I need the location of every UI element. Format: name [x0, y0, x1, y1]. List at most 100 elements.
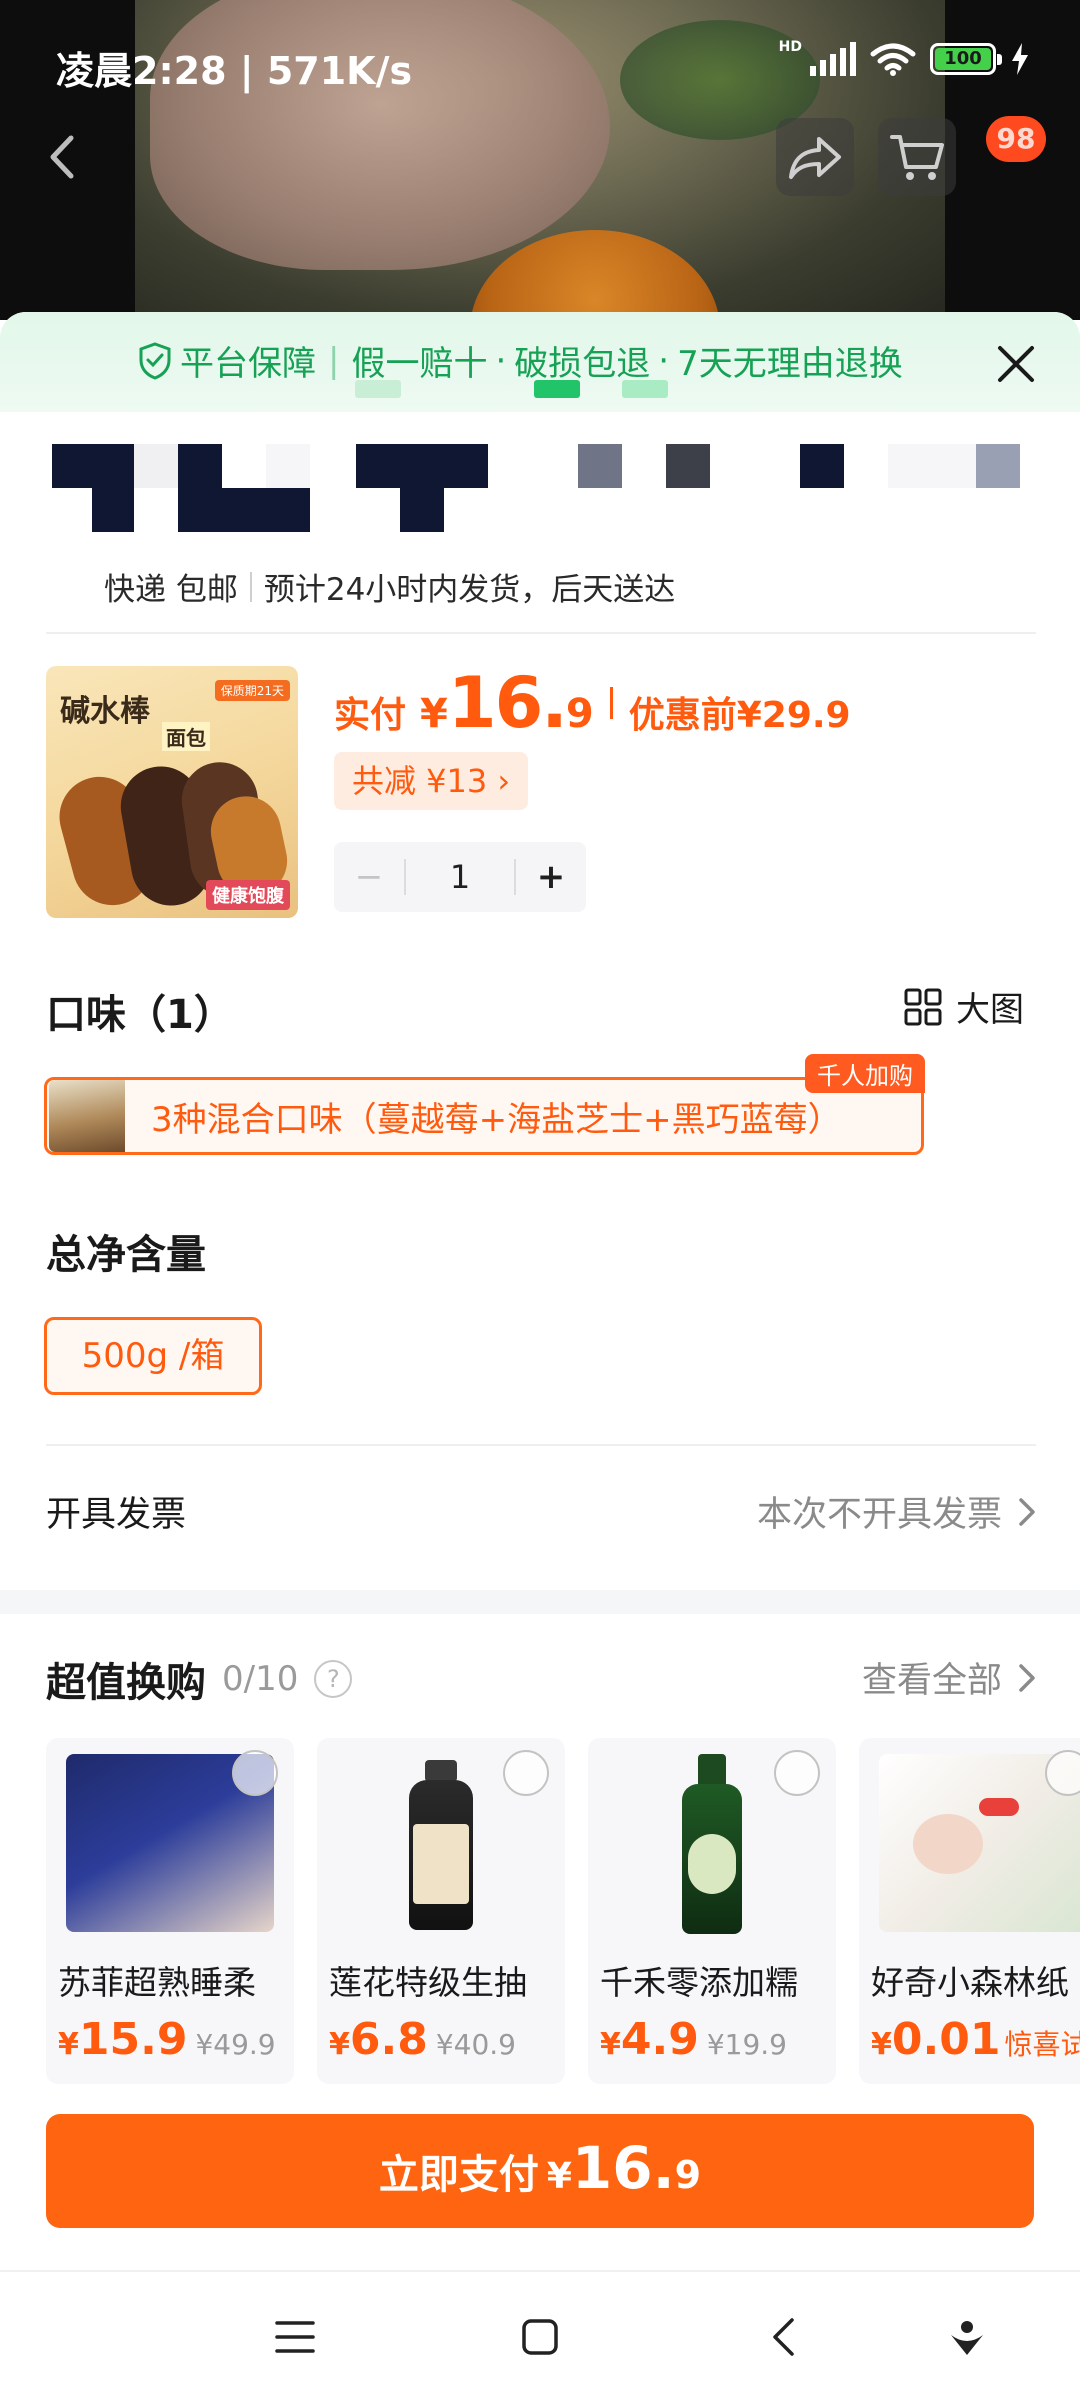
pay-price-integer: 16.: [571, 2134, 675, 2202]
signal-icon: [810, 42, 856, 76]
invoice-value: 本次不开具发票: [756, 1495, 1002, 1535]
redaction-block: [52, 444, 92, 488]
deal-original-price: ¥19.9: [706, 2028, 787, 2061]
system-nav-bar: [0, 2270, 1080, 2400]
currency-symbol: ¥: [546, 2156, 572, 2197]
before-label: 优惠前: [628, 695, 737, 736]
deal-select-radio[interactable]: [774, 1750, 820, 1796]
deal-original-price: ¥49.9: [195, 2028, 276, 2061]
flavor-thumbnail: [49, 1080, 125, 1152]
product-image-subtitle: 面包: [162, 722, 210, 751]
redaction-block: [444, 444, 488, 488]
cart-icon: [890, 135, 944, 180]
close-icon[interactable]: [994, 342, 1038, 386]
deals-title: 超值换购: [46, 1660, 206, 1706]
battery-level: 100: [935, 48, 991, 70]
flavor-option-label: 3种混合口味（蔓越莓+海盐芝士+黑巧蓝莓）: [151, 1099, 842, 1140]
redaction-block: [134, 444, 178, 488]
chevron-right-icon: [1019, 1663, 1035, 1692]
menu-nav-button[interactable]: [270, 2312, 320, 2362]
popular-ribbon: 千人加购: [805, 1054, 925, 1093]
redaction-block: [976, 444, 1020, 488]
decrease-button[interactable]: −: [334, 842, 404, 912]
pay-now-label: 立即支付: [378, 2152, 539, 2198]
deal-select-radio[interactable]: [232, 1750, 278, 1796]
flavor-option[interactable]: 3种混合口味（蔓越莓+海盐芝士+黑巧蓝莓） 千人加购: [44, 1054, 925, 1155]
chevron-right-icon: [1019, 1497, 1035, 1526]
redaction-block: [356, 444, 444, 488]
big-picture-toggle[interactable]: 大图: [904, 982, 1024, 1031]
help-icon[interactable]: ?: [314, 1660, 353, 1698]
shield-check-icon: [139, 341, 171, 380]
redaction-block: [800, 444, 844, 488]
redaction-block: [888, 444, 976, 488]
brand-logo: [979, 1798, 1019, 1816]
product-thumbnail[interactable]: 碱水棒 面包 保质期21天 健康饱腹: [46, 666, 298, 918]
cart-button[interactable]: [878, 118, 956, 196]
dot-separator: ·: [495, 340, 507, 381]
shipping-info: 快递 包邮 预计24小时内发货，后天送达: [104, 564, 675, 609]
deal-price: ¥ 6.8 ¥40.9: [329, 2014, 516, 2065]
product-image-footer: 健康饱腹: [206, 880, 290, 910]
currency-symbol: ¥: [329, 2027, 350, 2062]
deal-price: ¥ 4.9 ¥19.9: [600, 2014, 787, 2065]
decor-strip: [355, 380, 401, 398]
currency-symbol: ¥: [871, 2027, 892, 2062]
home-nav-button[interactable]: [515, 2312, 565, 2362]
status-time: 凌晨2:28 | 571K/s: [56, 49, 413, 93]
back-nav-button[interactable]: [758, 2312, 808, 2362]
battery-icon: 100: [930, 43, 1002, 75]
price-integer: 16.: [447, 662, 568, 744]
discount-badge[interactable]: 共减 ¥13 ›: [334, 752, 529, 810]
deal-price: ¥ 0.01 惊喜试用: [871, 2014, 1080, 2065]
deal-name: 千禾零添加糯: [600, 1963, 798, 2002]
network-type: HD: [778, 39, 802, 55]
divider: [249, 571, 252, 602]
redaction-block: [92, 488, 134, 532]
flavor-title: 口味（1）: [46, 992, 234, 1038]
product-image-title: 碱水棒: [60, 694, 150, 729]
see-all-label: 查看全部: [861, 1661, 1002, 1701]
redaction-block: [222, 488, 310, 532]
deal-price-value: 0.01: [891, 2014, 1001, 2065]
deal-card[interactable]: 苏菲超熟睡柔 ¥ 15.9 ¥49.9: [46, 1738, 294, 2084]
cart-count-badge: 98: [986, 116, 1046, 162]
deal-note: 惊喜试用: [1004, 2028, 1080, 2061]
back-triangle-icon: [773, 2318, 794, 2356]
pay-now-button[interactable]: 立即支付 ¥ 16. 9: [46, 2114, 1034, 2228]
product-image-tag: 保质期21天: [214, 680, 290, 701]
status-icons: HD 100: [778, 39, 1030, 76]
assistant-nav-button[interactable]: [942, 2312, 992, 2362]
guarantee-divider: |: [328, 340, 340, 381]
share-button[interactable]: [776, 118, 854, 196]
currency-symbol: ¥: [420, 691, 448, 737]
currency-symbol: ¥: [600, 2027, 621, 2062]
assistant-icon: [951, 2321, 983, 2355]
deal-price: ¥ 15.9 ¥49.9: [58, 2014, 276, 2065]
decor-strip: [534, 380, 580, 398]
guarantee-item: 7天无理由退换: [677, 344, 903, 384]
weight-title: 总净含量: [46, 1232, 206, 1278]
deal-card[interactable]: 千禾零添加糯 ¥ 4.9 ¥19.9: [588, 1738, 836, 2084]
divider: [609, 687, 613, 719]
deals-count: 0/10: [222, 1659, 299, 1699]
charging-icon: [1012, 43, 1028, 75]
invoice-selector[interactable]: 本次不开具发票: [757, 1486, 1036, 1537]
weight-option[interactable]: 500g /箱: [44, 1317, 262, 1395]
quantity-value[interactable]: 1: [404, 859, 516, 895]
see-all-link[interactable]: 查看全部: [862, 1652, 1036, 1703]
redaction-block: [92, 444, 134, 488]
divider: [46, 632, 1036, 634]
deal-name: 好奇小森林纸: [871, 1963, 1069, 2002]
deal-name: 苏菲超熟睡柔: [58, 1963, 256, 2002]
purchase-sheet: 平台保障 | 假一赔十 · 破损包退 · 7天无理由退换 快递 包邮 预计24小…: [0, 312, 1080, 2270]
deal-select-radio[interactable]: [503, 1750, 549, 1796]
back-button[interactable]: [24, 118, 102, 196]
deal-card[interactable]: 好奇小森林纸 ¥ 0.01 惊喜试用: [859, 1738, 1080, 2084]
deal-name: 莲花特级生抽: [329, 1963, 527, 2002]
deal-card[interactable]: 莲花特级生抽 ¥ 6.8 ¥40.9: [317, 1738, 565, 2084]
guarantee-text: 平台保障 | 假一赔十 · 破损包退 · 7天无理由退换: [138, 336, 903, 385]
increase-button[interactable]: +: [516, 842, 586, 912]
bottle-cap: [425, 1760, 457, 1782]
back-icon: [50, 135, 74, 179]
